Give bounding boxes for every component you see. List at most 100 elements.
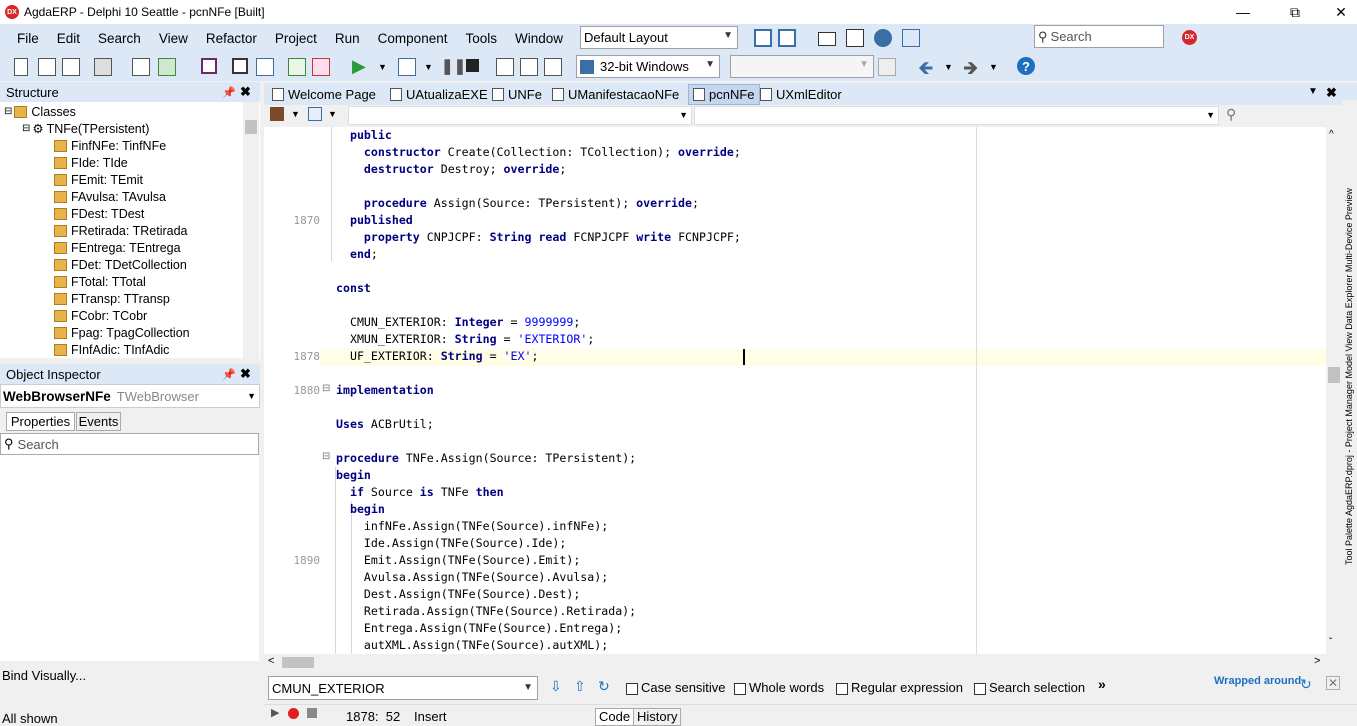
mail-icon[interactable] [818,32,836,46]
tree-field[interactable]: FInfAdic: TInfAdic [54,341,169,358]
help-balloon-icon[interactable] [874,29,892,47]
trace-into-icon[interactable] [520,58,538,76]
dx-logo-icon[interactable]: DX [1182,30,1197,45]
tab-uxmleditor[interactable]: UXmlEditor [756,84,846,105]
bind-visually-link[interactable]: Bind Visually... [2,668,86,683]
structure-icon[interactable] [308,107,322,121]
tab-unfe[interactable]: UNFe [488,84,546,105]
open-file-icon[interactable] [256,58,274,76]
calendar-icon[interactable] [846,29,864,47]
ide-search-input[interactable]: ⚲ Search [1034,25,1164,48]
run-dropdown-icon[interactable]: ▼ [378,62,387,72]
platform-select[interactable]: 32-bit Windows ▼ [576,55,720,78]
close-find-icon[interactable]: ✕ [1326,676,1340,690]
tree-node-classes[interactable]: ⊟ Classes [4,103,76,120]
select-icon[interactable] [94,58,112,76]
window-swap-icon[interactable] [778,29,796,47]
step-over-icon[interactable] [496,58,514,76]
feedback-icon[interactable] [902,29,920,47]
new-file-icon[interactable] [14,58,28,76]
menu-run[interactable]: Run [326,31,369,46]
run-icon[interactable]: ▶ [352,56,366,77]
forward-dropdown-icon[interactable]: ▼ [989,62,998,72]
build-config-select[interactable]: ▼ [730,55,874,78]
tree-field[interactable]: FAvulsa: TAvulsa [54,188,166,205]
run-options-icon[interactable]: ▼ [424,62,433,72]
tab-code[interactable]: Code [595,708,635,726]
open-project-icon[interactable] [62,58,80,76]
tree-field[interactable]: FinfNFe: TinfNFe [54,137,166,154]
object-select[interactable]: WebBrowserNFe TWebBrowser ▼ [0,384,260,408]
back-arrow-icon[interactable]: 🡸 [918,54,933,86]
close-button[interactable]: ✕ [1318,0,1357,24]
menu-tools[interactable]: Tools [456,31,506,46]
tab-history[interactable]: History [633,708,682,726]
add-file-icon[interactable] [158,58,176,76]
menu-file[interactable]: File [8,31,48,46]
tree-field[interactable]: FEntrega: TEntrega [54,239,181,256]
menu-project[interactable]: Project [266,31,326,46]
tree-field[interactable]: FEmit: TEmit [54,171,143,188]
menu-window[interactable]: Window [506,31,572,46]
run-without-debug-icon[interactable] [398,58,416,76]
find-input[interactable]: CMUN_EXTERIOR ▼ [268,676,538,700]
layout-select[interactable]: Default Layout ▼ [580,26,738,49]
fold-icon[interactable]: ⊟ [322,451,330,462]
forward-arrow-icon[interactable]: 🡺 [963,54,978,86]
pause-icon[interactable]: ❚❚ [441,57,466,75]
stop-macro-icon[interactable] [307,708,317,718]
tab-events[interactable]: Events [76,412,121,431]
close-icon[interactable]: ✖ [240,84,251,100]
class-select[interactable]: ▼ [348,106,692,125]
regex-checkbox[interactable]: Regular expression [836,680,963,695]
tree-field[interactable]: FDest: TDest [54,205,144,222]
chevron-down-icon[interactable]: ▼ [328,109,337,119]
help-icon[interactable]: ? [1017,57,1035,75]
open-icon[interactable] [38,58,56,76]
inspector-search-input[interactable]: ⚲ Search [0,433,259,455]
save-icon[interactable] [201,58,217,74]
play-macro-icon[interactable]: ▶ [271,706,279,719]
find-previous-icon[interactable]: ⇧ [574,678,586,695]
scroll-left-icon[interactable]: < [268,655,274,667]
code-editor[interactable]: 1870 1878 1880 1890 ⊟ ⊟ public construct… [264,127,1326,654]
record-macro-icon[interactable] [288,708,299,719]
tree-field[interactable]: FRetirada: TRetirada [54,222,188,239]
case-sensitive-checkbox[interactable]: Case sensitive [626,680,726,695]
side-panel-tabs[interactable]: Tool Palette AgdaERP.dproj - Project Man… [1342,100,1357,570]
more-options-icon[interactable]: » [1098,676,1106,692]
history-icon[interactable] [270,107,284,121]
tree-field[interactable]: Fpag: TpagCollection [54,324,190,341]
tree-field[interactable]: FDet: TDetCollection [54,256,187,273]
window-icon[interactable] [754,29,772,47]
structure-scrollbar[interactable] [243,102,259,358]
add-to-project-icon[interactable] [288,58,306,76]
scroll-down-icon[interactable]: ˇ [1329,637,1332,648]
remove-from-project-icon[interactable] [312,58,330,76]
back-dropdown-icon[interactable]: ▼ [944,62,953,72]
horizontal-scrollbar[interactable]: < > [264,654,1326,671]
tree-field[interactable]: FIde: TIde [54,154,128,171]
tab-list-icon[interactable]: ▼ [1308,86,1318,97]
tab-umanifestacaonfe[interactable]: UManifestacaoNFe [548,84,683,105]
menu-refactor[interactable]: Refactor [197,31,266,46]
run-to-cursor-icon[interactable] [544,58,562,76]
whole-words-checkbox[interactable]: Whole words [734,680,824,695]
tree-field[interactable]: FCobr: TCobr [54,307,147,324]
scroll-up-icon[interactable]: ^ [1329,129,1334,140]
tab-properties[interactable]: Properties [6,412,75,431]
tab-welcome-page[interactable]: Welcome Page [268,84,380,105]
close-tab-icon[interactable]: ✖ [1326,85,1337,101]
menu-view[interactable]: View [150,31,197,46]
refresh-icon[interactable]: ↻ [598,678,610,695]
minimize-button[interactable]: — [1220,0,1266,24]
close-icon[interactable]: ✖ [240,366,251,382]
vertical-scrollbar[interactable]: ^ ˇ [1326,127,1342,654]
find-next-icon[interactable]: ⇩ [550,678,562,695]
menu-edit[interactable]: Edit [48,31,89,46]
search-selection-checkbox[interactable]: Search selection [974,680,1085,695]
tree-field[interactable]: FTransp: TTransp [54,290,170,307]
tree-node-class[interactable]: ⊟ ⚙ TNFe(TPersistent) [22,120,149,137]
stop-icon[interactable] [466,59,479,72]
save-all-icon[interactable] [232,58,248,74]
